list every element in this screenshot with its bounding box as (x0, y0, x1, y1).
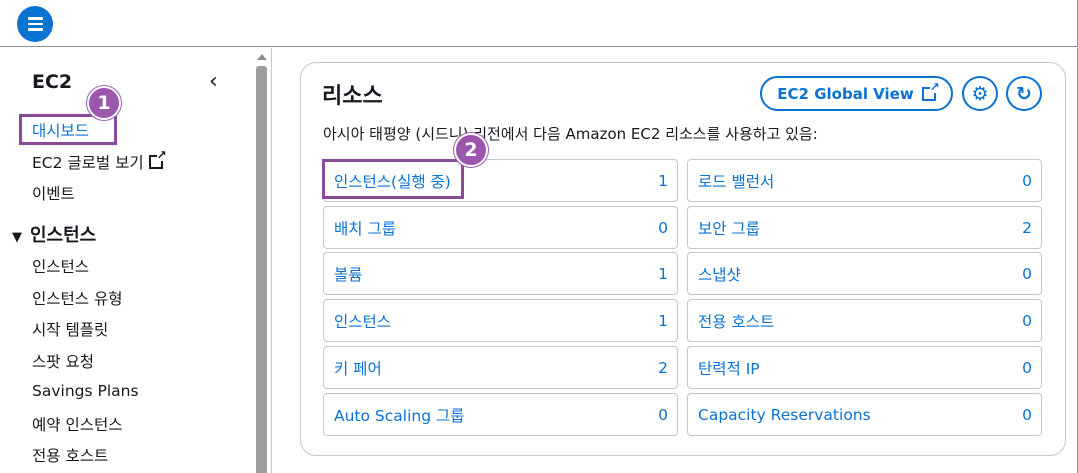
resources-description: 아시아 태평양 (시드니) 리전에서 다음 Amazon EC2 리소스를 사용… (323, 125, 818, 143)
resource-count: 1 (658, 311, 668, 330)
step-marker-2: 2 (454, 133, 488, 167)
button-label: EC2 Global View (777, 84, 914, 103)
resources-title: 리소스 (322, 84, 383, 109)
resource-label: 스냅샷 (698, 265, 741, 284)
resource-count: 0 (1022, 264, 1032, 283)
sidebar-item-launch-templates[interactable]: 시작 템플릿 (32, 318, 108, 340)
ec2-global-view-button[interactable]: EC2 Global View (760, 76, 953, 111)
resource-label: Capacity Reservations (698, 405, 871, 424)
external-link-icon (921, 81, 940, 101)
resource-volumes[interactable]: 볼륨 1 (323, 252, 678, 295)
resource-label: 탄력적 IP (698, 359, 760, 378)
external-link-icon (148, 149, 167, 169)
resource-count: 0 (658, 405, 668, 424)
resource-instances[interactable]: 인스턴스 1 (323, 299, 678, 342)
highlight-box-instances-running (322, 159, 464, 199)
resource-capacity-reservations[interactable]: Capacity Reservations 0 (687, 393, 1042, 436)
resource-label: 로드 밸런서 (698, 172, 775, 191)
top-bar (0, 0, 1078, 47)
resource-count: 1 (658, 264, 668, 283)
resource-count: 2 (658, 358, 668, 377)
resource-label: 전용 호스트 (698, 312, 775, 331)
resource-placement-groups[interactable]: 배치 그룹 0 (323, 206, 678, 249)
resource-label: 인스턴스 (334, 312, 392, 331)
sidebar-title: EC2 (32, 71, 73, 93)
scroll-thumb[interactable] (256, 66, 267, 473)
refresh-icon: ↻ (1016, 82, 1032, 105)
sidebar-item-label: EC2 글로벌 보기 (32, 154, 144, 172)
sidebar-item-instances[interactable]: 인스턴스 (32, 255, 89, 277)
sidebar-item-savings-plans[interactable]: Savings Plans (32, 382, 139, 400)
sidebar-section-label: 인스턴스 (30, 225, 97, 246)
resource-count: 0 (1022, 171, 1032, 190)
resource-label: 배치 그룹 (334, 219, 396, 238)
sidebar: EC2 ‹ 대시보드 EC2 글로벌 보기 이벤트 ▼인스턴스 인스턴스 인스턴… (0, 48, 272, 473)
resource-count: 0 (658, 218, 668, 237)
sidebar-item-reserved-instances[interactable]: 예약 인스턴스 (32, 413, 123, 435)
resource-count: 0 (1022, 405, 1032, 424)
collapse-sidebar-icon[interactable]: ‹ (209, 69, 218, 94)
resource-label: 키 페어 (334, 359, 382, 378)
sidebar-scrollbar[interactable] (254, 48, 270, 473)
resource-label: 보안 그룹 (698, 219, 760, 238)
sidebar-item-global-view[interactable]: EC2 글로벌 보기 (32, 149, 167, 173)
settings-button[interactable]: ⚙ (962, 76, 998, 111)
resource-count: 2 (1022, 218, 1032, 237)
resource-elastic-ips[interactable]: 탄력적 IP 0 (687, 346, 1042, 389)
resource-label: 볼륨 (334, 265, 363, 284)
resource-count: 0 (1022, 311, 1032, 330)
gear-icon: ⚙ (971, 82, 989, 105)
resource-count: 0 (1022, 358, 1032, 377)
step-marker-1: 1 (87, 86, 121, 120)
resource-key-pairs[interactable]: 키 페어 2 (323, 346, 678, 389)
resource-dedicated-hosts[interactable]: 전용 호스트 0 (687, 299, 1042, 342)
refresh-button[interactable]: ↻ (1006, 76, 1042, 111)
sidebar-section-instances[interactable]: ▼ 인스턴스 (12, 221, 96, 247)
caret-down-icon: ▼ (12, 230, 22, 245)
sidebar-item-instance-types[interactable]: 인스턴스 유형 (32, 287, 123, 309)
sidebar-item-events[interactable]: 이벤트 (32, 182, 75, 204)
sidebar-item-spot-requests[interactable]: 스팟 요청 (32, 350, 94, 372)
resource-load-balancers[interactable]: 로드 밸런서 0 (687, 159, 1042, 202)
resource-snapshots[interactable]: 스냅샷 0 (687, 252, 1042, 295)
resource-security-groups[interactable]: 보안 그룹 2 (687, 206, 1042, 249)
scroll-up-arrow-icon[interactable] (257, 54, 267, 60)
resource-label: Auto Scaling 그룹 (334, 406, 465, 425)
menu-icon[interactable] (17, 6, 53, 42)
resource-auto-scaling-groups[interactable]: Auto Scaling 그룹 0 (323, 393, 678, 436)
sidebar-item-dedicated-hosts[interactable]: 전용 호스트 (32, 444, 108, 466)
resource-count: 1 (658, 171, 668, 190)
